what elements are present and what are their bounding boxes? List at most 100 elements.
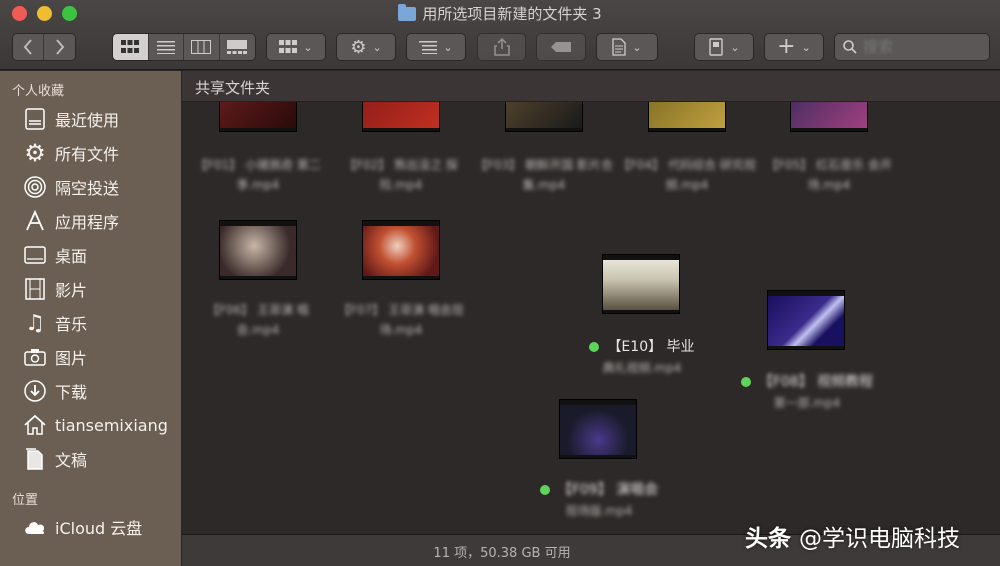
- thumbnail-image: [363, 226, 439, 276]
- favorites-header: 个人收藏: [12, 84, 65, 99]
- thumbnail-image: [363, 102, 439, 128]
- film-icon: [22, 276, 48, 302]
- file-thumbnail[interactable]: [790, 102, 868, 132]
- file-name[interactable]: 【F05】 红石音乐 会开场.mp4: [759, 155, 899, 195]
- thumbnail-image: [220, 102, 296, 128]
- sidebar-item-music[interactable]: ♫ 音乐: [22, 308, 87, 338]
- document-button[interactable]: ⌄: [596, 33, 658, 61]
- sidebar: 个人收藏 最近使用 ⚙ 所有文件 隔空投送 应用程序 桌面 影片 ♫ 音乐 图片…: [0, 71, 181, 566]
- arrange-icon: [419, 41, 438, 54]
- sidebar-item-desktop[interactable]: 桌面: [22, 240, 87, 270]
- sidebar-item-label: 下载: [55, 383, 88, 402]
- download-icon: [22, 378, 48, 404]
- file-thumbnail[interactable]: [505, 102, 583, 132]
- sidebar-item-documents[interactable]: 文稿: [22, 444, 87, 474]
- file-name-text: 【E10】 毕业: [607, 339, 695, 355]
- file-name[interactable]: 【F02】 熊出没之 探险.mp4: [331, 155, 471, 195]
- camera-icon: [22, 344, 48, 370]
- file-name[interactable]: 【F04】 代码综合 研究视频.mp4: [617, 155, 757, 195]
- thumbnail-image: [791, 102, 867, 128]
- chevron-down-icon: ⌄: [303, 40, 313, 54]
- sidebar-item-home[interactable]: tiansemixiang: [22, 410, 168, 440]
- file-subname: 现场版.mp4: [565, 504, 633, 518]
- home-icon: [22, 412, 48, 438]
- file-name-text: 【F09】 演唱会: [557, 482, 659, 498]
- path-bar: 共享文件夹: [182, 71, 1000, 102]
- gear-icon: ⚙: [24, 139, 46, 167]
- sidebar-item-downloads[interactable]: 下载: [22, 376, 87, 406]
- file-thumbnail[interactable]: [767, 290, 845, 350]
- chevron-down-icon: ⌄: [632, 40, 642, 54]
- sidebar-item-label: 音乐: [55, 315, 88, 334]
- applications-icon: [22, 208, 48, 234]
- sidebar-item-label: tiansemixiang: [55, 415, 168, 435]
- watermark-handle: @学识电脑科技: [799, 526, 961, 552]
- thumbnail-image: [649, 102, 725, 128]
- document-icon: [612, 38, 627, 56]
- file-name[interactable]: 【F03】 朝鲜开国 影片合集.mp4: [474, 155, 614, 195]
- file-name-synced[interactable]: 【E10】 毕业: [572, 337, 712, 357]
- file-thumbnail[interactable]: [648, 102, 726, 132]
- file-thumbnail[interactable]: [602, 254, 680, 314]
- share-icon: [493, 38, 510, 56]
- sidebar-item-icloud[interactable]: iCloud 云盘: [22, 512, 142, 542]
- group-button[interactable]: ⌄: [266, 33, 326, 61]
- file-name-synced[interactable]: 【F09】 演唱会: [529, 480, 669, 500]
- file-thumbnail[interactable]: [559, 399, 637, 459]
- file-thumbnail[interactable]: [362, 102, 440, 132]
- gallery-view-icon: [227, 40, 248, 54]
- recents-icon: [22, 106, 48, 132]
- gear-icon: ⚙: [350, 36, 367, 58]
- plus-icon: +: [777, 34, 796, 59]
- file-subname: 第一部.mp4: [773, 396, 841, 410]
- file-name[interactable]: 【F01】 小猪佩奇 第二季.mp4: [188, 155, 328, 195]
- sidebar-item-recents[interactable]: 最近使用: [22, 104, 119, 134]
- thumbnail-image: [220, 226, 296, 276]
- sidebar-item-movies[interactable]: 影片: [22, 274, 87, 304]
- airdrop-icon: [22, 174, 48, 200]
- sidebar-item-applications[interactable]: 应用程序: [22, 206, 119, 236]
- action-button[interactable]: ⚙ ⌄: [336, 33, 396, 61]
- forward-button[interactable]: [44, 34, 75, 60]
- file-name[interactable]: 【F07】 王菲演 唱会现场.mp4: [331, 300, 471, 340]
- sync-icon: [709, 38, 724, 56]
- add-button[interactable]: + ⌄: [764, 33, 824, 61]
- arrange-button[interactable]: ⌄: [406, 33, 466, 61]
- tag-icon: [551, 42, 571, 52]
- current-folder-label: 共享文件夹: [195, 79, 271, 97]
- documents-icon: [22, 446, 48, 472]
- cloud-icon: [22, 514, 48, 540]
- file-name[interactable]: 【F06】 王菲演 唱会.mp4: [188, 300, 328, 340]
- file-thumbnail[interactable]: [219, 102, 297, 132]
- thumbnail-image: [560, 405, 636, 455]
- icon-view-button[interactable]: [113, 34, 149, 60]
- sync-button[interactable]: ⌄: [694, 33, 754, 61]
- sidebar-item-pictures[interactable]: 图片: [22, 342, 87, 372]
- sidebar-item-label: iCloud 云盘: [55, 519, 143, 538]
- sidebar-item-all-files[interactable]: ⚙ 所有文件: [22, 138, 119, 168]
- list-view-button[interactable]: [148, 34, 184, 60]
- tag-button[interactable]: [536, 33, 586, 61]
- file-thumbnail[interactable]: [362, 220, 440, 280]
- search-field[interactable]: [834, 33, 990, 61]
- file-name-synced[interactable]: 【F08】 视频教程: [737, 372, 877, 392]
- file-name-text: 【F08】 视频教程: [758, 374, 874, 390]
- chevron-down-icon: ⌄: [730, 40, 740, 54]
- file-thumbnail[interactable]: [219, 220, 297, 280]
- column-view-button[interactable]: [184, 34, 220, 60]
- sidebar-item-label: 最近使用: [55, 111, 120, 130]
- sidebar-item-airdrop[interactable]: 隔空投送: [22, 172, 119, 202]
- column-view-icon: [191, 40, 212, 54]
- synced-status-icon: [539, 485, 550, 495]
- status-text: 11 项，50.38 GB 可用: [433, 546, 571, 561]
- folder-icon: [398, 4, 417, 21]
- chevron-left-icon: [23, 39, 32, 55]
- watermark-brand: 头条: [745, 526, 791, 552]
- share-button[interactable]: [477, 33, 526, 61]
- synced-status-icon: [740, 377, 751, 387]
- gallery-view-button[interactable]: [219, 34, 255, 60]
- back-button[interactable]: [13, 34, 45, 60]
- chevron-down-icon: ⌄: [443, 40, 453, 54]
- search-input[interactable]: [863, 38, 983, 56]
- thumbnail-image: [603, 260, 679, 310]
